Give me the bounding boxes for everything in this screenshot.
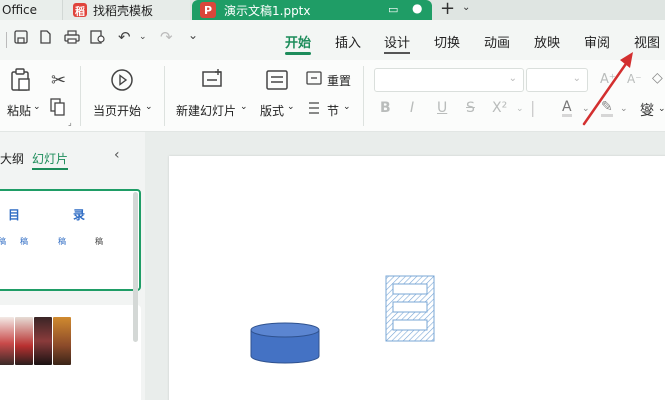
cylinder-shape[interactable] [250, 322, 320, 364]
undo-icon[interactable]: ↶ [118, 28, 131, 46]
underline-button[interactable]: U [437, 100, 447, 116]
play-icon[interactable] [110, 68, 134, 97]
menu-insert[interactable]: 插入 [335, 32, 361, 51]
tab-outline[interactable]: 大纲 [0, 150, 24, 167]
divider [363, 66, 364, 126]
thumb-sub: 稿 [0, 237, 6, 246]
layout-icon[interactable] [266, 70, 288, 95]
chevron-down-icon[interactable]: ⌄ [139, 32, 147, 42]
print-preview-icon[interactable] [90, 30, 106, 48]
editing-canvas [145, 132, 665, 400]
thumb-photo [15, 317, 33, 365]
divider [80, 66, 81, 126]
section-icon[interactable] [306, 100, 322, 120]
tab-template[interactable]: 稻 找稻壳模板 [62, 0, 190, 20]
thumb-photo [53, 317, 71, 365]
section-button[interactable]: 节 [327, 102, 339, 119]
thumb-photo [0, 317, 14, 365]
monitor-icon[interactable]: ▭ [388, 3, 398, 16]
divider [6, 32, 7, 48]
new-slide-button[interactable]: 新建幻灯片 [176, 102, 236, 119]
reset-icon[interactable] [306, 70, 322, 90]
bold-button[interactable]: B [380, 100, 391, 116]
tab-office[interactable]: Office [0, 0, 62, 20]
tab-document-label: 演示文稿1.pptx [224, 3, 311, 18]
presentation-icon: P [200, 2, 216, 18]
thumb-sub: 稿 [58, 237, 66, 246]
chevron-down-icon[interactable]: ⌄ [658, 104, 665, 114]
tab-bar: Office 稻 找稻壳模板 P 演示文稿1.pptx ▭ ● + ⌄ [0, 0, 665, 20]
divider [164, 66, 165, 126]
thumb-sub: 稿 [95, 237, 103, 246]
chevron-down-icon[interactable]: ⌄ [462, 2, 470, 13]
tab-office-label: Office [2, 3, 38, 17]
chevron-down-icon[interactable]: ⌄ [145, 102, 153, 112]
font-family-select[interactable]: ⌄ [374, 68, 524, 92]
slide[interactable] [169, 156, 665, 400]
pinyin-button[interactable]: 燮 [640, 100, 654, 120]
slide-panel: 大纲 幻灯片 ‹ 目 录 稿 稿 稿 稿 [0, 132, 145, 400]
menu-transition[interactable]: 切换 [434, 32, 460, 51]
superscript-button[interactable]: X² [492, 100, 507, 116]
thumb-photo [34, 317, 52, 365]
ribbon: 粘贴 ⌄ ✂ ⌟ 当页开始 ⌄ 新建幻灯片 ⌄ 版式 ⌄ 重置 节 ⌄ ⌄ ⌄ … [0, 60, 665, 132]
chevron-down-icon: ⌄ [508, 73, 517, 84]
copy-icon[interactable] [50, 98, 66, 121]
chevron-down-icon[interactable]: ⌄ [287, 102, 295, 112]
font-size-select[interactable]: ⌄ [526, 68, 588, 92]
tab-document[interactable]: P 演示文稿1.pptx ▭ ● [192, 0, 432, 20]
thumb-title-b: 录 [73, 208, 86, 222]
thumb-title-a: 目 [8, 208, 21, 222]
annotation-arrow-icon [582, 52, 633, 126]
menu-slideshow[interactable]: 放映 [534, 32, 560, 51]
reset-button[interactable]: 重置 [327, 72, 351, 89]
strikethrough-button[interactable]: S [466, 100, 475, 116]
shelf-shape[interactable] [385, 275, 435, 342]
thumb-sub: 稿 [20, 237, 28, 246]
export-pdf-icon[interactable] [38, 30, 52, 48]
paste-label[interactable]: 粘贴 [7, 102, 31, 119]
tab-slides[interactable]: 幻灯片 [32, 150, 69, 170]
save-icon[interactable] [14, 30, 28, 48]
menu-animation[interactable]: 动画 [484, 32, 510, 51]
panel-scrollbar[interactable] [133, 192, 138, 342]
slide-shapes [250, 275, 435, 364]
chevron-down-icon[interactable]: ⌄ [240, 102, 248, 112]
italic-button[interactable]: I [410, 100, 414, 116]
cut-icon[interactable]: ✂ [51, 70, 66, 91]
slide-thumbnail[interactable] [0, 305, 141, 400]
collapse-panel-icon[interactable]: ‹ [114, 147, 120, 163]
menu-design[interactable]: 设计 [384, 32, 411, 54]
divider: | [530, 98, 536, 117]
chevron-down-icon[interactable]: ⌄ [33, 102, 41, 112]
slide-thumbnail[interactable]: 目 录 稿 稿 稿 稿 [0, 189, 141, 291]
print-icon[interactable] [64, 30, 80, 48]
new-slide-icon[interactable] [201, 68, 225, 97]
tab-template-label: 找稻壳模板 [93, 3, 154, 18]
new-tab-icon[interactable]: + [440, 0, 455, 19]
dialog-launcher-icon[interactable]: ⌟ [68, 118, 72, 127]
chevron-down-icon[interactable]: ⌄ [343, 102, 351, 112]
menu-bar: ↶ ⌄ ↷ ⌄ 开始 插入 设计 切换 动画 放映 审阅 视图 [0, 20, 665, 60]
play-from-current-button[interactable]: 当页开始 [93, 102, 141, 119]
unsaved-dot-icon: ● [412, 1, 423, 15]
clear-format-icon[interactable]: ◇ [652, 70, 663, 86]
font-color-button[interactable]: A [562, 100, 572, 117]
template-icon: 稻 [73, 3, 87, 18]
chevron-down-icon[interactable]: ⌄ [188, 28, 198, 42]
redo-icon[interactable]: ↷ [160, 28, 173, 46]
layout-button[interactable]: 版式 [260, 102, 284, 119]
paste-icon[interactable] [10, 68, 32, 97]
chevron-down-icon[interactable]: ⌄ [516, 104, 524, 114]
menu-home[interactable]: 开始 [285, 32, 312, 55]
